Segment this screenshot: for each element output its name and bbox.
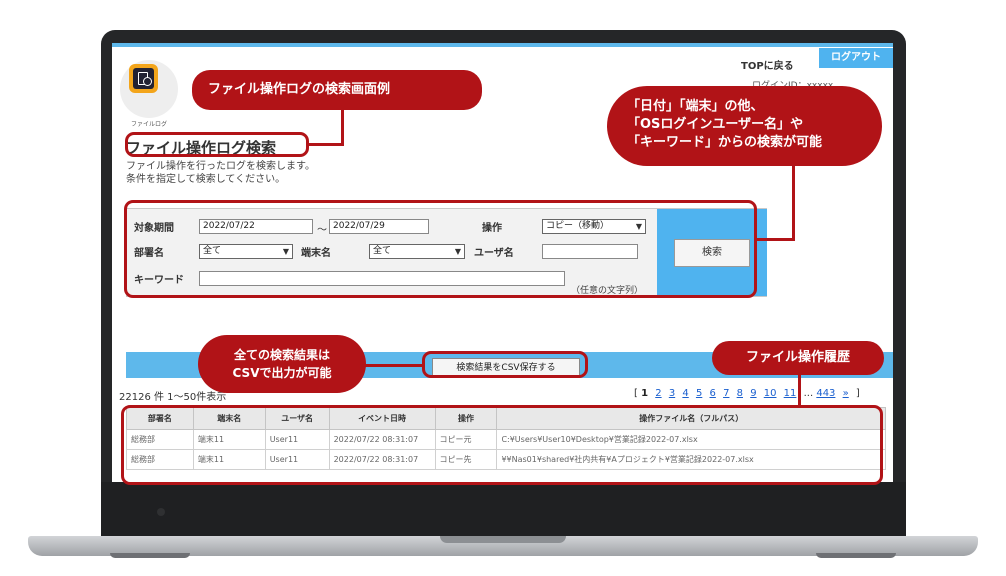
camera-icon [157, 508, 165, 516]
filter-callout-line: 「OSログインユーザー名」や [627, 117, 804, 132]
laptop-mockup: TOPに戻る ログアウト ログインID：xxxxx ファイルログ ファイル操作ロ… [0, 0, 1006, 576]
laptop-foot-right [816, 553, 896, 558]
pager-link[interactable]: 8 [737, 388, 743, 399]
filter-callout: 「日付」「端末」の他、 「OSログインユーザー名」や 「キーワード」からの検索が… [607, 86, 882, 166]
csv-highlight-box [422, 351, 588, 378]
result-count: 22126 件 1～50件表示 [119, 392, 227, 403]
pager-link[interactable]: 2 [655, 388, 661, 399]
form-highlight-box [124, 200, 757, 298]
form-connector [754, 238, 794, 241]
laptop-foot-left [110, 553, 190, 558]
app-label: ファイルログ [131, 121, 168, 128]
pager-link[interactable]: 3 [669, 388, 675, 399]
pager-link[interactable]: 9 [750, 388, 756, 399]
file-log-icon [129, 64, 158, 93]
title-connector [309, 143, 344, 146]
pager-link[interactable]: 11 [784, 388, 797, 399]
pager-ellipsis: ... [803, 388, 814, 399]
laptop-bezel [101, 482, 906, 544]
pager-open: [ [634, 388, 638, 399]
pager-last[interactable]: 443 [816, 388, 835, 399]
history-callout: ファイル操作履歴 [712, 341, 884, 375]
title-callout: ファイル操作ログの検索画面例 [192, 70, 482, 110]
logout-button[interactable]: ログアウト [819, 48, 893, 68]
filter-callout-line: 「日付」「端末」の他、 [627, 99, 764, 114]
pager-link[interactable]: 10 [764, 388, 777, 399]
filter-callout-line: 「キーワード」からの検索が可能 [627, 135, 823, 150]
description-line: ファイル操作を行ったログを検索します。 [126, 161, 315, 172]
top-link[interactable]: TOPに戻る [741, 57, 794, 72]
table-connector [798, 374, 801, 407]
table-highlight-box [121, 405, 883, 485]
page-description: ファイル操作を行ったログを検索します。 条件を指定して検索してください。 [126, 160, 315, 186]
pagination: [ 1 2 3 4 5 6 7 8 9 10 11 ... 443 » ] [634, 388, 860, 399]
csv-callout-line: 全ての検索結果は [233, 348, 330, 362]
pager-link[interactable]: 4 [682, 388, 688, 399]
title-highlight-box [125, 132, 309, 157]
pager-link[interactable]: 6 [710, 388, 716, 399]
pager-link[interactable]: 7 [723, 388, 729, 399]
top-accent-bar [112, 43, 893, 47]
pager-current: 1 [641, 388, 649, 399]
csv-connector [363, 364, 423, 367]
csv-callout: 全ての検索結果は CSVで出力が可能 [198, 335, 366, 393]
pager-close: ] [855, 388, 860, 399]
description-line: 条件を指定して検索してください。 [126, 174, 286, 185]
laptop-notch [440, 536, 566, 543]
csv-callout-line: CSVで出力が可能 [232, 366, 332, 380]
title-connector [341, 108, 344, 146]
pager-next[interactable]: » [843, 388, 849, 399]
form-connector [792, 160, 795, 241]
pager-link[interactable]: 5 [696, 388, 702, 399]
